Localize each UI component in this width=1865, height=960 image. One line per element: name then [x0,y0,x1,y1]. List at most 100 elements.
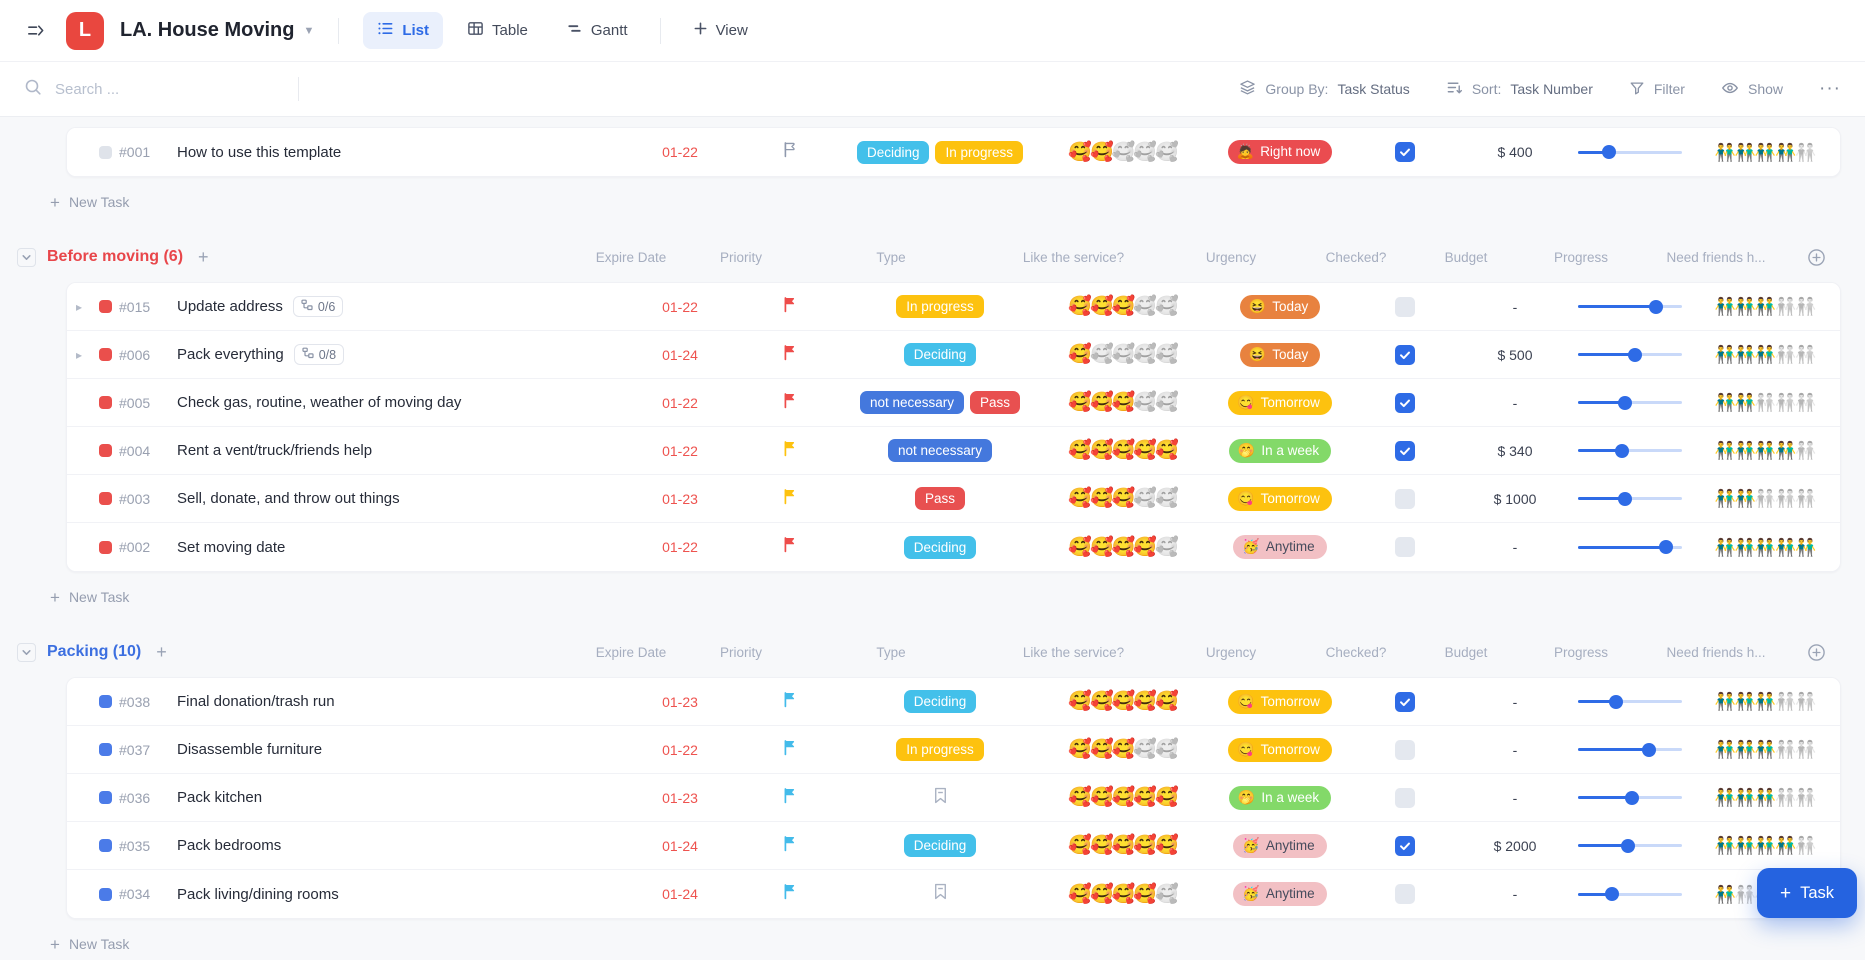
service-rating[interactable]: 🥰🥰🥰🥰🥰 [1035,441,1210,460]
add-column-button[interactable] [1791,248,1841,267]
checked-cell[interactable] [1350,788,1460,808]
friends-rating[interactable]: 👬👬👬👬👬 [1690,490,1840,507]
task-status-cell[interactable] [91,888,119,901]
task-row[interactable]: #037Disassemble furniture01-22In progres… [67,726,1840,774]
urgency-cell[interactable]: 😆Today [1210,295,1350,319]
progress-cell[interactable] [1570,492,1690,506]
budget-value[interactable]: $ 2000 [1460,838,1570,854]
task-title[interactable]: How to use this template [177,144,625,161]
task-title[interactable]: Set moving date [177,539,625,556]
priority-cell[interactable] [735,440,845,462]
group-collapse-button[interactable] [17,248,36,267]
urgency-badge[interactable]: 😋Tomorrow [1228,738,1332,762]
checkbox[interactable] [1395,884,1415,904]
budget-value[interactable]: $ 500 [1460,347,1570,363]
urgency-badge[interactable]: 😆Today [1240,295,1320,319]
progress-slider[interactable] [1578,839,1682,853]
task-status-cell[interactable] [91,396,119,409]
checkbox[interactable] [1395,788,1415,808]
checkbox[interactable] [1395,297,1415,317]
checked-cell[interactable] [1350,345,1460,365]
urgency-cell[interactable]: 😋Tomorrow [1210,391,1350,415]
urgency-cell[interactable]: 😆Today [1210,343,1350,367]
priority-cell[interactable] [735,141,845,163]
slider-knob[interactable] [1618,396,1632,410]
task-title[interactable]: Disassemble furniture [177,741,625,758]
priority-cell[interactable] [735,835,845,857]
type-cell[interactable]: In progress [845,738,1035,761]
budget-value[interactable]: - [1460,694,1570,710]
type-badge[interactable]: In progress [896,738,984,761]
type-cell[interactable]: Deciding [845,536,1035,559]
budget-value[interactable]: - [1460,299,1570,315]
urgency-cell[interactable]: 🤭In a week [1210,439,1350,463]
task-row[interactable]: #005Check gas, routine, weather of movin… [67,379,1840,427]
task-title[interactable]: Pack everything0/8 [177,344,625,365]
urgency-cell[interactable]: 🥳Anytime [1210,535,1350,559]
type-badge[interactable]: Pass [915,487,965,510]
priority-cell[interactable] [735,691,845,713]
service-rating[interactable]: 🥰🥰🥰🥰🥰 [1035,692,1210,711]
slider-knob[interactable] [1628,348,1642,362]
friends-rating[interactable]: 👬👬👬👬👬 [1690,741,1840,758]
type-badge[interactable]: Deciding [904,834,977,857]
slider-knob[interactable] [1615,444,1629,458]
urgency-badge[interactable]: 🥳Anytime [1233,882,1326,906]
task-row[interactable]: #003Sell, donate, and throw out things01… [67,475,1840,523]
task-row[interactable]: #034Pack living/dining rooms01-24🥰🥰🥰🥰🥰🥳A… [67,870,1840,918]
new-task-button[interactable]: +New Task [50,186,1841,218]
task-title[interactable]: Final donation/trash run [177,693,625,710]
slider-knob[interactable] [1621,839,1635,853]
task-status-cell[interactable] [91,743,119,756]
urgency-cell[interactable]: 😋Tomorrow [1210,690,1350,714]
bookmark-icon[interactable] [933,787,948,809]
subtask-count-badge[interactable]: 0/8 [294,344,344,365]
progress-slider[interactable] [1578,791,1682,805]
checkbox[interactable] [1395,142,1415,162]
progress-slider[interactable] [1578,492,1682,506]
priority-cell[interactable] [735,488,845,510]
progress-slider[interactable] [1578,300,1682,314]
group-collapse-button[interactable] [17,643,36,662]
progress-slider[interactable] [1578,145,1682,159]
expire-date[interactable]: 01-22 [625,144,735,160]
service-rating[interactable]: 🥰🥰🥰🥰🥰 [1035,345,1210,364]
budget-value[interactable]: - [1460,742,1570,758]
budget-value[interactable]: - [1460,886,1570,902]
slider-knob[interactable] [1609,695,1623,709]
progress-cell[interactable] [1570,839,1690,853]
filter-control[interactable]: Filter [1629,80,1685,99]
sidebar-expand-icon[interactable] [18,14,52,48]
group-add-icon[interactable]: + [198,248,209,266]
progress-slider[interactable] [1578,887,1682,901]
expire-date[interactable]: 01-22 [625,443,735,459]
checked-cell[interactable] [1350,692,1460,712]
type-cell[interactable]: Deciding [845,343,1035,366]
type-cell[interactable]: not necessary [845,439,1035,462]
show-control[interactable]: Show [1721,79,1783,100]
task-status-cell[interactable] [91,348,119,361]
task-row[interactable]: #035Pack bedrooms01-24Deciding🥰🥰🥰🥰🥰🥳Anyt… [67,822,1840,870]
type-badge[interactable]: Deciding [904,343,977,366]
expire-date[interactable]: 01-22 [625,539,735,555]
checkbox[interactable] [1395,537,1415,557]
budget-value[interactable]: - [1460,790,1570,806]
progress-slider[interactable] [1578,348,1682,362]
urgency-badge[interactable]: 😋Tomorrow [1228,487,1332,511]
priority-cell[interactable] [735,296,845,318]
urgency-badge[interactable]: 🤭In a week [1229,439,1331,463]
type-badge[interactable]: Pass [970,391,1020,414]
progress-cell[interactable] [1570,396,1690,410]
task-row[interactable]: #038Final donation/trash run01-23Decidin… [67,678,1840,726]
progress-cell[interactable] [1570,145,1690,159]
service-rating[interactable]: 🥰🥰🥰🥰🥰 [1035,836,1210,855]
checked-cell[interactable] [1350,142,1460,162]
checked-cell[interactable] [1350,489,1460,509]
service-rating[interactable]: 🥰🥰🥰🥰🥰 [1035,143,1210,162]
progress-slider[interactable] [1578,743,1682,757]
friends-rating[interactable]: 👬👬👬👬👬 [1690,789,1840,806]
progress-slider[interactable] [1578,396,1682,410]
budget-value[interactable]: $ 400 [1460,144,1570,160]
task-status-cell[interactable] [91,695,119,708]
friends-rating[interactable]: 👬👬👬👬👬 [1690,539,1840,556]
